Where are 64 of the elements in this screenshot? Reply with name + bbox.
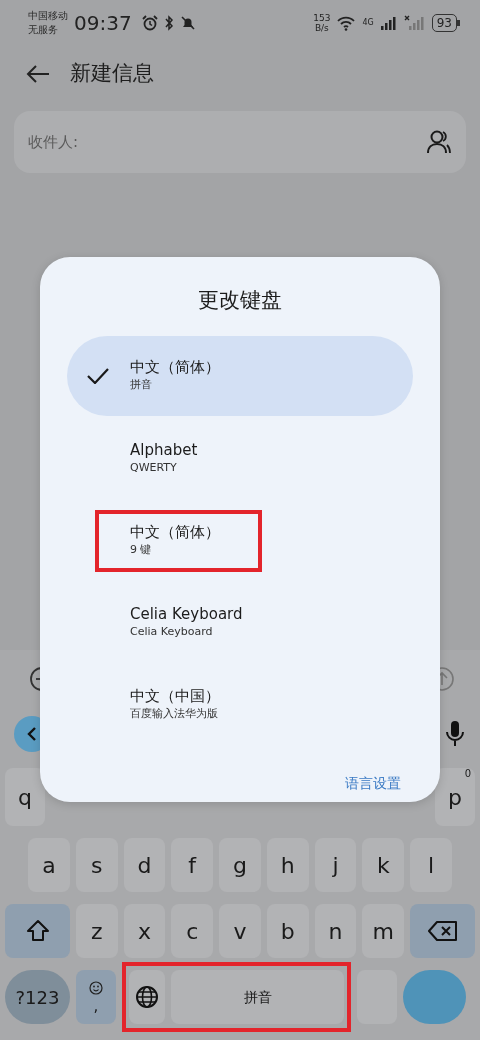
speed-value: 153 <box>313 13 331 23</box>
keyboard-option[interactable]: 中文（简体） 9 键 <box>67 500 413 582</box>
option-detail: 拼音 <box>130 377 153 393</box>
keyboard-option[interactable]: 中文（简体） 拼音 <box>67 336 413 416</box>
bluetooth-icon <box>163 15 174 31</box>
battery-tip-icon <box>457 20 460 26</box>
speed-unit: B/s <box>313 23 330 33</box>
letter-key[interactable]: b <box>266 904 309 958</box>
checkmark-icon <box>87 368 109 384</box>
letter-key[interactable]: j <box>314 838 357 892</box>
globe-icon <box>135 985 159 1009</box>
option-detail: QWERTY <box>130 460 178 476</box>
option-name: 中文（简体） <box>130 357 220 377</box>
emoji-comma-key[interactable]: , <box>76 970 116 1024</box>
shift-arrow-icon <box>24 918 51 944</box>
keyboard-option[interactable]: 中文（中国） 百度输入法华为版 <box>67 664 413 746</box>
backspace-key[interactable] <box>410 904 476 958</box>
letter-key[interactable]: s <box>75 838 118 892</box>
keyboard-option[interactable]: Celia Keyboard Celia Keyboard <box>67 582 413 664</box>
letter-key[interactable]: k <box>362 838 405 892</box>
option-detail: 百度输入法华为版 <box>130 706 219 722</box>
letter-key[interactable]: z <box>76 904 118 958</box>
backspace-icon <box>427 920 458 942</box>
mute-bell-icon <box>179 15 196 31</box>
letter-key[interactable]: v <box>219 904 261 958</box>
option-name: Celia Keyboard <box>130 604 243 624</box>
alarm-icon <box>141 15 158 31</box>
letter-key[interactable]: f <box>171 838 214 892</box>
letter-key[interactable]: d <box>123 838 166 892</box>
letter-key[interactable]: c <box>171 904 214 958</box>
letter-key[interactable]: x <box>123 904 166 958</box>
back-arrow-icon[interactable] <box>26 64 50 84</box>
letter-key[interactable]: l <box>410 838 453 892</box>
shift-key[interactable] <box>5 904 70 958</box>
option-name: 中文（简体） <box>130 522 220 542</box>
no-signal-icon <box>403 15 426 31</box>
wifi-icon <box>336 15 357 31</box>
comma-label: , <box>93 998 99 1014</box>
language-key[interactable] <box>129 970 165 1024</box>
language-settings-link[interactable]: 语言设置 <box>345 773 413 794</box>
service-status: 无服务 <box>28 23 59 37</box>
letter-key[interactable]: m <box>362 904 405 958</box>
keyboard-option[interactable]: Alphabet QWERTY <box>67 418 413 500</box>
network-type: 4G <box>362 17 374 29</box>
letter-key[interactable]: a <box>28 838 70 892</box>
page-title: 新建信息 <box>70 60 154 88</box>
smiley-icon <box>89 980 103 995</box>
symbols-key[interactable]: ?123 <box>5 970 70 1024</box>
status-time: 09:37 <box>74 10 132 37</box>
option-name: Alphabet <box>130 440 198 460</box>
letter-key[interactable]: g <box>219 838 261 892</box>
option-name: 中文（中国） <box>130 686 220 706</box>
option-detail: Celia Keyboard <box>130 624 214 640</box>
dialog-title: 更改键盘 <box>197 287 283 314</box>
option-detail: 9 键 <box>130 542 153 558</box>
letter-key[interactable]: n <box>314 904 357 958</box>
recipient-field[interactable]: 收件人: <box>14 111 466 173</box>
letter-key[interactable]: h <box>266 838 309 892</box>
space-key[interactable]: 拼音 <box>171 970 344 1024</box>
carrier-name: 中国移动 <box>28 9 68 23</box>
contacts-icon[interactable] <box>426 129 452 155</box>
signal-icon <box>379 15 398 31</box>
microphone-icon[interactable] <box>445 720 465 748</box>
letter-key[interactable]: q <box>5 768 45 826</box>
